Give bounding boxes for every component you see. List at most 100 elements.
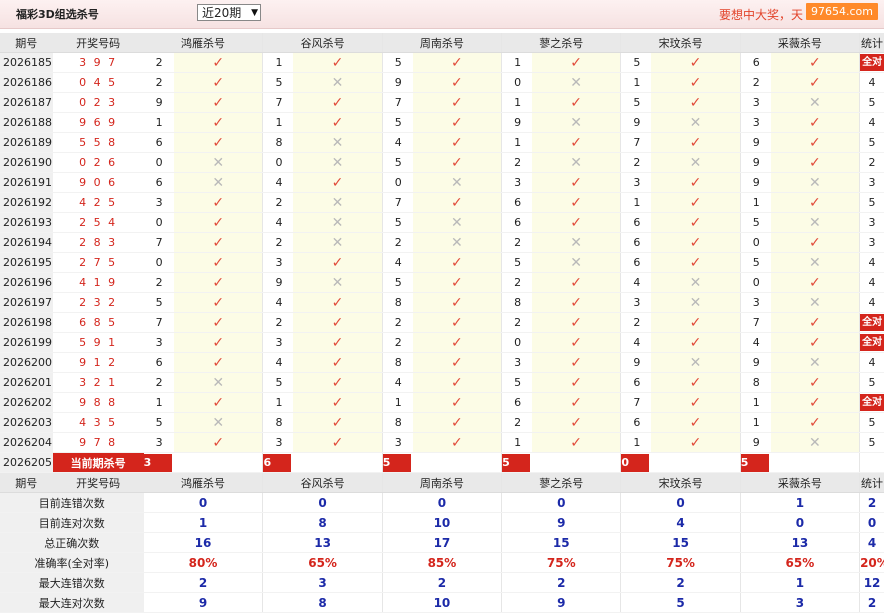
stats-row: 准确率(全对率)80%65%85%75%75%65%20% — [0, 552, 884, 573]
result-mark-cell: ✕ — [293, 72, 383, 93]
kill-number-cell: 7 — [620, 132, 652, 153]
draw-code-cell: 0 4 5 — [52, 72, 144, 93]
stats-value-cell: 75% — [620, 552, 741, 573]
stats-value-cell: 10 — [382, 592, 503, 613]
period-cell: 2026192 — [0, 192, 53, 213]
result-mark-cell: ✓ — [293, 412, 383, 433]
result-mark-cell: ✕ — [173, 152, 264, 173]
check-icon: ✓ — [212, 274, 225, 291]
result-mark-cell: ✕ — [770, 352, 861, 373]
kill-number-cell: 3 — [262, 332, 294, 353]
check-icon: ✓ — [570, 94, 583, 111]
header-group-3: 蓼之杀号 — [501, 33, 622, 53]
stats-value-cell: 17 — [382, 532, 503, 553]
check-icon: ✓ — [689, 214, 702, 231]
check-icon: ✓ — [331, 114, 344, 131]
cross-icon: ✕ — [331, 274, 344, 291]
check-icon: ✓ — [212, 314, 225, 331]
check-icon: ✓ — [570, 354, 583, 371]
table-row: 2026195 2 7 5 0 ✓ 3 ✓ 4 ✓ 5 ✕ 6 ✓ 5 ✕ 4 — [0, 252, 884, 273]
period-cell: 2026186 — [0, 72, 53, 93]
kill-number-cell: 3 — [740, 112, 771, 133]
site-badge[interactable]: 97654.com — [806, 3, 878, 20]
check-icon: ✓ — [450, 74, 463, 91]
kill-number-cell: 4 — [620, 272, 652, 293]
current-empty-cell — [531, 452, 622, 473]
kill-number-cell: 2 — [620, 152, 652, 173]
cross-icon: ✕ — [331, 74, 344, 91]
stats-value-cell: 65% — [740, 552, 861, 573]
stats-value-cell: 0 — [382, 492, 503, 513]
current-empty-cell — [412, 452, 503, 473]
check-icon: ✓ — [570, 174, 583, 191]
result-mark-cell: ✓ — [173, 272, 264, 293]
cross-icon: ✕ — [570, 254, 583, 271]
kill-number-cell: 3 — [262, 432, 294, 453]
result-mark-cell: ✓ — [770, 392, 861, 413]
current-kill-cell: 5 — [740, 452, 771, 473]
kill-number-cell: 5 — [262, 372, 294, 393]
result-mark-cell: ✓ — [412, 312, 503, 333]
result-mark-cell: ✓ — [770, 232, 861, 253]
kill-number-cell: 7 — [262, 92, 294, 113]
result-mark-cell: ✕ — [770, 252, 861, 273]
draw-code-cell: 4 1 9 — [52, 272, 144, 293]
table-row: 2026198 6 8 5 7 ✓ 2 ✓ 2 ✓ 2 ✓ 2 ✓ 7 ✓ 全对 — [0, 312, 884, 333]
header-group-3: 蓼之杀号 — [501, 472, 622, 493]
total-cell: 3 — [859, 212, 884, 233]
kill-number-cell: 4 — [620, 332, 652, 353]
result-mark-cell: ✓ — [651, 432, 741, 453]
result-mark-cell: ✓ — [770, 272, 861, 293]
kill-number-cell: 2 — [262, 312, 294, 333]
period-cell: 2026204 — [0, 432, 53, 453]
cross-icon: ✕ — [689, 114, 702, 131]
cross-icon: ✕ — [212, 154, 225, 171]
check-icon: ✓ — [212, 74, 225, 91]
current-kill-badge: 5 — [382, 453, 411, 472]
period-cell: 2026194 — [0, 232, 53, 253]
period-cell: 2026187 — [0, 92, 53, 113]
result-mark-cell: ✓ — [173, 392, 264, 413]
cross-icon: ✕ — [331, 214, 344, 231]
kill-number-cell: 2 — [382, 332, 413, 353]
result-mark-cell: ✓ — [651, 332, 741, 353]
result-mark-cell: ✓ — [770, 152, 861, 173]
check-icon: ✓ — [450, 94, 463, 111]
check-icon: ✓ — [808, 234, 821, 251]
result-mark-cell: ✕ — [293, 272, 383, 293]
kill-number-cell: 2 — [262, 192, 294, 213]
total-cell: 全对 — [859, 312, 884, 333]
check-icon: ✓ — [570, 294, 583, 311]
stats-label-cell: 准确率(全对率) — [0, 552, 144, 573]
cross-icon: ✕ — [450, 234, 463, 251]
kill-number-cell: 1 — [501, 92, 532, 113]
kill-number-cell: 9 — [262, 272, 294, 293]
check-icon: ✓ — [331, 294, 344, 311]
kill-number-cell: 2 — [382, 312, 413, 333]
cross-icon: ✕ — [689, 274, 702, 291]
table-row: 2026191 9 0 6 6 ✕ 4 ✓ 0 ✕ 3 ✓ 3 ✓ 9 ✕ 3 — [0, 172, 884, 193]
kill-number-cell: 8 — [382, 292, 413, 313]
check-icon: ✓ — [689, 174, 702, 191]
kill-number-cell: 6 — [501, 392, 532, 413]
all-right-badge: 全对 — [860, 394, 884, 411]
check-icon: ✓ — [570, 394, 583, 411]
check-icon: ✓ — [450, 334, 463, 351]
header-group-0: 鸿雁杀号 — [143, 33, 264, 53]
period-cell: 2026200 — [0, 352, 53, 373]
kill-number-cell: 8 — [382, 412, 413, 433]
header-code: 开奖号码 — [52, 472, 144, 493]
result-mark-cell: ✕ — [412, 232, 503, 253]
header-group-4: 宋玟杀号 — [620, 472, 741, 493]
current-kill-cell: 6 — [262, 452, 294, 473]
header-group-1: 谷风杀号 — [262, 472, 383, 493]
result-mark-cell: ✓ — [651, 392, 741, 413]
period-cell: 2026189 — [0, 132, 53, 153]
kill-number-cell: 9 — [740, 132, 771, 153]
kill-number-cell: 3 — [620, 292, 652, 313]
stats-value-cell: 0 — [740, 512, 861, 533]
header-group-1: 谷风杀号 — [262, 33, 383, 53]
table-row: 2026196 4 1 9 2 ✓ 9 ✕ 5 ✓ 2 ✓ 4 ✕ 0 ✓ 4 — [0, 272, 884, 293]
check-icon: ✓ — [808, 154, 821, 171]
period-select[interactable]: 近20期 ▼ — [197, 4, 261, 21]
